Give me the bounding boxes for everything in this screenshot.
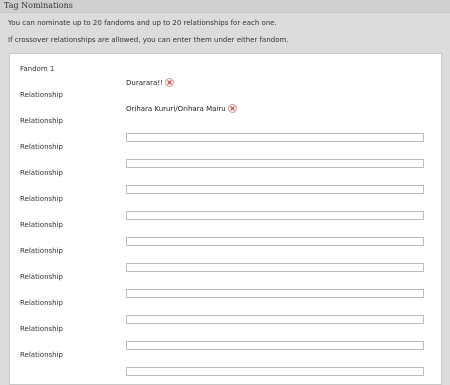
relationship-tag-text: Orihara Kururi/Orihara Mairu: [126, 104, 226, 113]
intro-text-line1: You can nominate up to 20 fandoms and up…: [8, 19, 277, 27]
relationship-row-1: Relationship Orihara Kururi/Orihara Mair…: [10, 91, 441, 117]
relationship-input[interactable]: [126, 133, 424, 142]
nominations-panel: Fandom 1 Durarara!! Relationship Orihara…: [9, 53, 442, 385]
fandom-tag: Durarara!!: [126, 78, 174, 87]
relationship-label: Relationship: [20, 273, 63, 281]
relationship-row-6: Relationship: [10, 221, 441, 247]
close-icon[interactable]: [164, 78, 174, 87]
relationship-row-5: Relationship: [10, 195, 441, 221]
relationship-row-10: Relationship: [10, 325, 441, 351]
relationship-input[interactable]: [126, 185, 424, 194]
relationship-input[interactable]: [126, 211, 424, 220]
relationship-row-11: Relationship: [10, 351, 441, 377]
relationship-input[interactable]: [126, 315, 424, 324]
relationship-label: Relationship: [20, 247, 63, 255]
fandom-label: Fandom 1: [20, 65, 55, 73]
close-icon[interactable]: [227, 104, 237, 113]
relationship-label: Relationship: [20, 117, 63, 125]
relationship-row-4: Relationship: [10, 169, 441, 195]
relationship-input[interactable]: [126, 263, 424, 272]
relationship-label: Relationship: [20, 143, 63, 151]
relationship-input[interactable]: [126, 289, 424, 298]
relationship-row-8: Relationship: [10, 273, 441, 299]
relationship-tag: Orihara Kururi/Orihara Mairu: [126, 104, 237, 113]
relationship-label: Relationship: [20, 195, 63, 203]
relationship-row-3: Relationship: [10, 143, 441, 169]
relationship-label: Relationship: [20, 91, 63, 99]
relationship-label: Relationship: [20, 169, 63, 177]
relationship-label: Relationship: [20, 351, 63, 359]
relationship-input[interactable]: [126, 341, 424, 350]
relationship-label: Relationship: [20, 221, 63, 229]
relationship-row-7: Relationship: [10, 247, 441, 273]
section-title: Tag Nominations: [4, 1, 73, 10]
relationship-input[interactable]: [126, 237, 424, 246]
fandom-row: Fandom 1 Durarara!!: [10, 65, 441, 91]
relationship-row-9: Relationship: [10, 299, 441, 325]
section-header: Tag Nominations: [0, 0, 450, 13]
relationship-label: Relationship: [20, 299, 63, 307]
intro-text-line2: If crossover relationships are allowed, …: [8, 36, 289, 44]
relationship-label: Relationship: [20, 325, 63, 333]
relationship-row-2: Relationship: [10, 117, 441, 143]
fandom-tag-text: Durarara!!: [126, 78, 163, 87]
relationship-input[interactable]: [126, 159, 424, 168]
relationship-input[interactable]: [126, 367, 424, 376]
